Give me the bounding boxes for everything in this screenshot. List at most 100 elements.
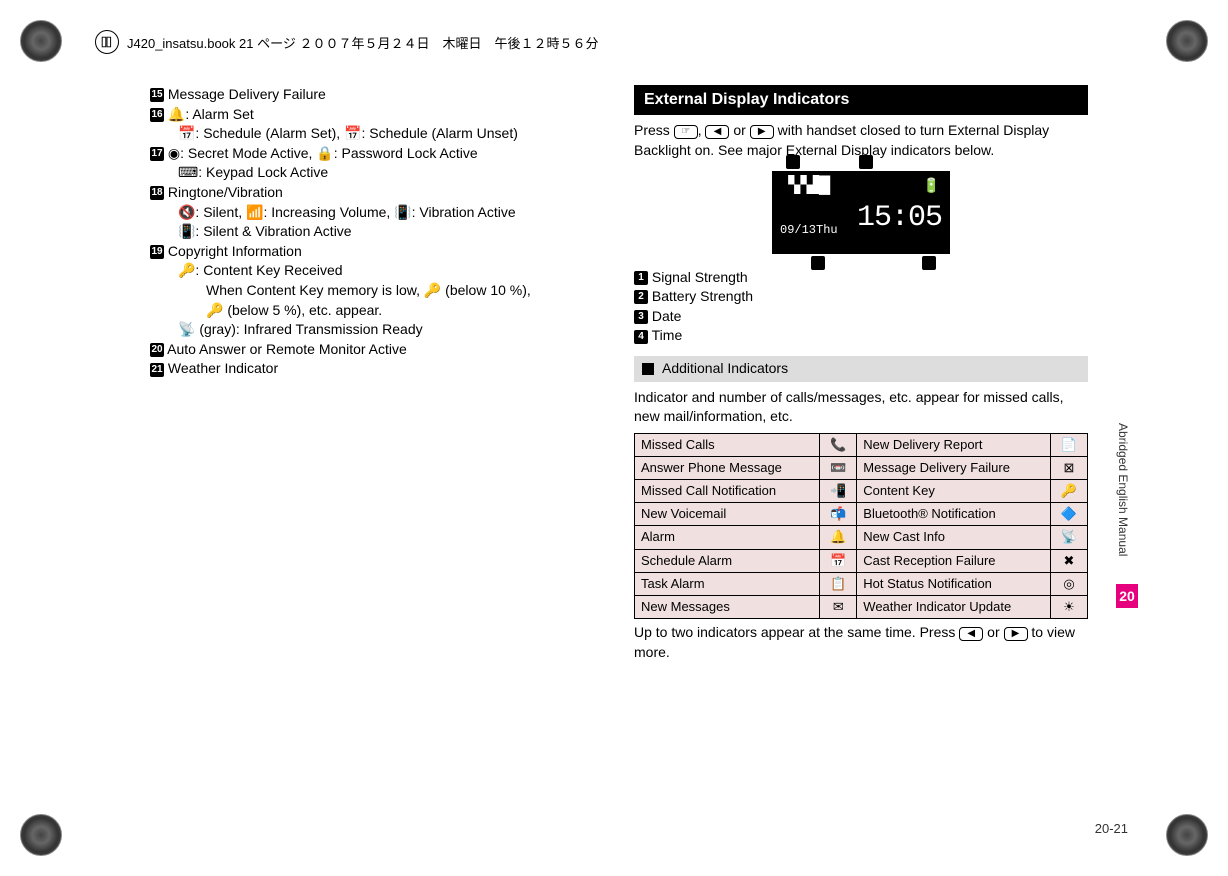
legend-text-3: Date: [652, 308, 682, 324]
side-tab-number: 20: [1116, 584, 1138, 608]
item-18-text: Ringtone/Vibration: [168, 184, 283, 200]
table-cell-icon: 📬: [820, 503, 857, 526]
table-cell-label: Alarm: [635, 526, 820, 549]
ext-time: 15:05: [857, 197, 942, 239]
table-cell-icon: 📅: [820, 549, 857, 572]
registration-mark-tl: [20, 20, 62, 62]
badge-18: 18: [150, 186, 164, 200]
table-row: Schedule Alarm📅Cast Reception Failure✖: [635, 549, 1088, 572]
table-cell-icon: ✖: [1051, 549, 1088, 572]
table-cell-icon: 📄: [1051, 433, 1088, 456]
side-tab: Abridged English Manual 20: [1116, 400, 1138, 630]
table-cell-label: New Delivery Report: [857, 433, 1051, 456]
indicators-table: Missed Calls📞New Delivery Report📄Answer …: [634, 433, 1088, 620]
item-21: 21 Weather Indicator: [150, 359, 604, 379]
callout-4: 4: [922, 256, 936, 270]
footer-key-left: ◀: [959, 627, 983, 641]
item-16: 16 🔔: Alarm Set 📅: Schedule (Alarm Set),…: [150, 105, 604, 144]
table-cell-label: New Messages: [635, 596, 820, 619]
table-cell-label: Task Alarm: [635, 572, 820, 595]
sub-intro: Indicator and number of calls/messages, …: [634, 388, 1088, 427]
key-left: ◀: [705, 125, 729, 139]
registration-mark-tr: [1166, 20, 1208, 62]
table-cell-label: New Voicemail: [635, 503, 820, 526]
table-row: Answer Phone Message📼Message Delivery Fa…: [635, 456, 1088, 479]
item-19-extra: 📡 (gray): Infrared Transmission Ready: [178, 320, 604, 340]
item-17-line0: ◉: Secret Mode Active, 🔒: Password Lock …: [168, 145, 478, 161]
item-18: 18 Ringtone/Vibration 🔇: Silent, 📶: Incr…: [150, 183, 604, 242]
ext-date: 09/13Thu: [780, 222, 838, 239]
table-cell-icon: 📲: [820, 480, 857, 503]
table-row: Alarm🔔New Cast Info📡: [635, 526, 1088, 549]
legend-3: 3 Date: [634, 307, 1088, 327]
right-column: External Display Indicators Press ☞, ◀ o…: [624, 85, 1088, 816]
item-20: 20 Auto Answer or Remote Monitor Active: [150, 340, 604, 360]
item-19-text: Copyright Information: [168, 243, 302, 259]
legend-badge-2: 2: [634, 290, 648, 304]
item-16-line0: 🔔: Alarm Set: [168, 106, 254, 122]
badge-15: 15: [150, 88, 164, 102]
item-17-line1: ⌨: Keypad Lock Active: [178, 163, 604, 183]
registration-mark-br: [1166, 814, 1208, 856]
item-15: 15 Message Delivery Failure: [150, 85, 604, 105]
page-body: 15 Message Delivery Failure 16 🔔: Alarm …: [150, 85, 1088, 816]
table-cell-icon: 📞: [820, 433, 857, 456]
table-row: New Messages✉Weather Indicator Update☀: [635, 596, 1088, 619]
item-17: 17 ◉: Secret Mode Active, 🔒: Password Lo…: [150, 144, 604, 183]
badge-19: 19: [150, 245, 164, 259]
item-19-line2: 🔑 (below 5 %), etc. appear.: [206, 301, 604, 321]
legend-1: 1 Signal Strength: [634, 268, 1088, 288]
table-cell-label: Bluetooth® Notification: [857, 503, 1051, 526]
table-cell-icon: 📼: [820, 456, 857, 479]
external-display: ▝▞▟█ 🔋 09/13Thu 15:05: [772, 171, 950, 254]
table-row: Task Alarm📋Hot Status Notification◎: [635, 572, 1088, 595]
signal-icon: ▝▞▟█: [782, 175, 830, 197]
table-cell-icon: ⊠: [1051, 456, 1088, 479]
legend-text-4: Time: [652, 327, 683, 343]
footer-key-right: ▶: [1004, 627, 1028, 641]
table-row: New Voicemail📬Bluetooth® Notification🔷: [635, 503, 1088, 526]
badge-16: 16: [150, 108, 164, 122]
footer-sep: or: [983, 624, 1003, 640]
item-18-line0: 🔇: Silent, 📶: Increasing Volume, 📳: Vibr…: [178, 203, 604, 223]
table-cell-label: Message Delivery Failure: [857, 456, 1051, 479]
table-cell-icon: 🔷: [1051, 503, 1088, 526]
item-19-line1: When Content Key memory is low, 🔑 (below…: [206, 281, 604, 301]
legend-4: 4 Time: [634, 326, 1088, 346]
registration-mark-bl: [20, 814, 62, 856]
legend-text-2: Battery Strength: [652, 288, 753, 304]
legend-text-1: Signal Strength: [652, 269, 748, 285]
item-16-line1: 📅: Schedule (Alarm Set), 📅: Schedule (Al…: [178, 124, 604, 144]
table-cell-icon: 📡: [1051, 526, 1088, 549]
legend-badge-4: 4: [634, 330, 648, 344]
callout-2: 2: [859, 155, 873, 169]
item-20-text: Auto Answer or Remote Monitor Active: [167, 341, 407, 357]
item-21-text: Weather Indicator: [168, 360, 278, 376]
legend-2: 2 Battery Strength: [634, 287, 1088, 307]
intro-prefix: Press: [634, 122, 674, 138]
battery-icon: 🔋: [923, 176, 940, 196]
badge-17: 17: [150, 147, 164, 161]
table-cell-label: Schedule Alarm: [635, 549, 820, 572]
table-cell-icon: 🔔: [820, 526, 857, 549]
table-row: Missed Call Notification📲Content Key🔑: [635, 480, 1088, 503]
footer-prefix: Up to two indicators appear at the same …: [634, 624, 959, 640]
sub-header-additional: Additional Indicators: [634, 356, 1088, 382]
badge-20: 20: [150, 343, 164, 357]
item-19-line0: 🔑: Content Key Received: [178, 261, 604, 281]
document-header: J420_insatsu.book 21 ページ ２００７年５月２４日 木曜日 …: [95, 30, 598, 54]
table-cell-icon: 🔑: [1051, 480, 1088, 503]
item-15-text: Message Delivery Failure: [168, 86, 326, 102]
left-column: 15 Message Delivery Failure 16 🔔: Alarm …: [150, 85, 624, 816]
keysep1: or: [729, 122, 749, 138]
key-camera: ☞: [674, 125, 698, 139]
table-cell-label: Missed Calls: [635, 433, 820, 456]
table-cell-label: New Cast Info: [857, 526, 1051, 549]
side-tab-text: Abridged English Manual: [1116, 400, 1130, 580]
legend-badge-1: 1: [634, 271, 648, 285]
item-18-line1: 📳: Silent & Vibration Active: [178, 222, 604, 242]
table-cell-label: Content Key: [857, 480, 1051, 503]
square-bullet-icon: [642, 363, 654, 375]
table-cell-label: Answer Phone Message: [635, 456, 820, 479]
item-19: 19 Copyright Information 🔑: Content Key …: [150, 242, 604, 340]
